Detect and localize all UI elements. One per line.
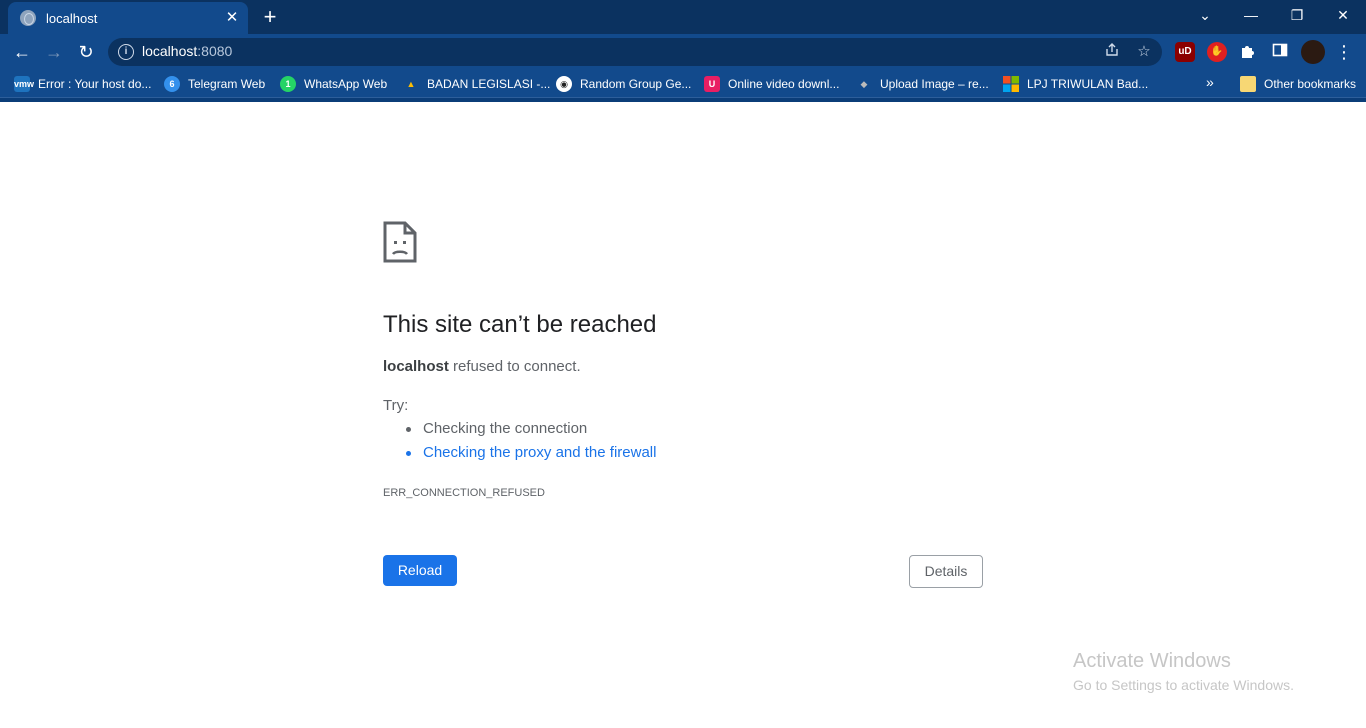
browser-menu-icon[interactable]: ⋮ [1330, 38, 1358, 66]
activate-windows-watermark: Activate Windows Go to Settings to activ… [1073, 650, 1294, 693]
bookmarks-overflow-icon[interactable]: » [1206, 74, 1214, 90]
star-icon[interactable]: ☆ [1134, 42, 1154, 62]
error-code: ERR_CONNECTION_REFUSED [383, 487, 545, 499]
bookmark-item[interactable]: U Online video downl... [704, 74, 839, 94]
reload-button[interactable]: Reload [383, 555, 457, 586]
bookmarks-bar: vmw Error : Your host do... 6 Telegram W… [0, 70, 1366, 98]
error-message: localhost refused to connect. [383, 358, 581, 375]
globe-icon [20, 10, 36, 26]
share-icon[interactable] [1102, 42, 1122, 62]
suggestion-check-proxy-link[interactable]: Checking the proxy and the firewall [383, 444, 656, 468]
browser-chrome: localhost ✕ + ⌄ — ❐ ✕ ← → ↻ i localhost:… [0, 0, 1366, 102]
error-page: This site can’t be reached localhost ref… [0, 102, 1366, 728]
tab-strip: localhost ✕ + ⌄ — ❐ ✕ [0, 0, 1366, 34]
extensions-puzzle-icon[interactable] [1238, 42, 1258, 62]
error-heading: This site can’t be reached [383, 311, 657, 338]
bookmark-item[interactable]: ◆ Upload Image – re... [856, 74, 989, 94]
suggestion-check-connection: Checking the connection [383, 420, 656, 444]
watermark-subtitle: Go to Settings to activate Windows. [1073, 677, 1294, 693]
google-drive-icon: ▲ [406, 79, 416, 89]
details-button[interactable]: Details [909, 555, 983, 588]
sad-page-icon [383, 221, 417, 263]
vmware-icon: vmw [14, 76, 34, 92]
bookmark-item[interactable]: ◉ Random Group Ge... [556, 74, 691, 94]
forward-button[interactable]: → [40, 38, 68, 66]
error-host: localhost [383, 358, 449, 375]
bookmark-item[interactable]: ▲ BADAN LEGISLASI -... [403, 74, 551, 94]
info-icon[interactable]: i [118, 44, 134, 60]
back-button[interactable]: ← [8, 38, 36, 66]
random-group-icon: ◉ [556, 76, 572, 92]
bookmark-item[interactable]: vmw Error : Your host do... [14, 74, 151, 94]
watermark-title: Activate Windows [1073, 650, 1231, 672]
address-bar[interactable]: i localhost:8080 ☆ [108, 38, 1162, 66]
tab-search-icon[interactable]: ⌄ [1182, 0, 1228, 32]
url-text[interactable]: localhost:8080 [142, 43, 232, 59]
close-window-button[interactable]: ✕ [1320, 0, 1366, 32]
suggestions-list: Checking the connection Checking the pro… [383, 420, 656, 468]
try-label: Try: [383, 397, 409, 414]
restore-button[interactable]: ❐ [1274, 0, 1320, 32]
reload-icon[interactable]: ↻ [72, 38, 100, 66]
whatsapp-icon: 1 [280, 76, 296, 92]
profile-avatar[interactable] [1301, 40, 1325, 64]
side-panel-icon[interactable] [1270, 42, 1290, 62]
tab-localhost[interactable]: localhost ✕ [8, 2, 248, 34]
bookmark-item[interactable]: 1 WhatsApp Web [280, 74, 387, 94]
ublock-extension-icon[interactable]: uD [1175, 42, 1195, 62]
tab-title: localhost [46, 10, 98, 26]
microsoft-icon [1003, 76, 1019, 92]
close-tab-icon[interactable]: ✕ [222, 8, 242, 28]
other-bookmarks-folder[interactable]: Other bookmarks [1240, 74, 1356, 94]
bookmark-item[interactable]: 6 Telegram Web [164, 74, 265, 94]
toolbar: ← → ↻ i localhost:8080 ☆ uD ✋ ⋮ [0, 34, 1366, 70]
minimize-button[interactable]: — [1228, 0, 1274, 32]
folder-icon [1240, 76, 1256, 92]
upload-image-icon: ◆ [860, 79, 868, 89]
adblock-extension-icon[interactable]: ✋ [1207, 42, 1227, 62]
bookmark-item[interactable]: LPJ TRIWULAN Bad... [1003, 74, 1148, 94]
video-downloader-icon: U [704, 76, 720, 92]
telegram-icon: 6 [164, 76, 180, 92]
new-tab-button[interactable]: + [258, 6, 282, 30]
